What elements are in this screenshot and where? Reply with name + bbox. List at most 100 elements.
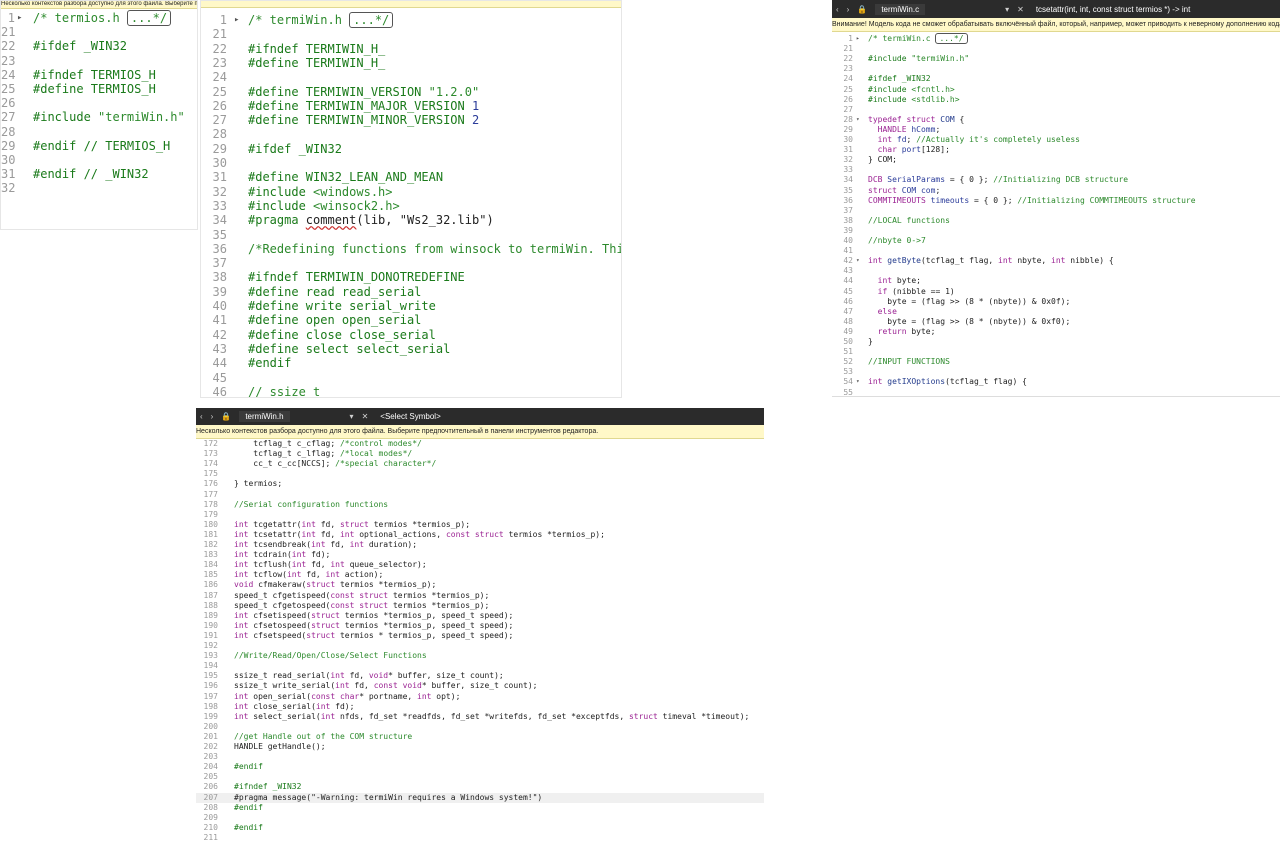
code-line[interactable]: 40 #define write serial_write bbox=[201, 299, 621, 313]
code-line[interactable]: 39 bbox=[832, 226, 1280, 236]
code-line[interactable]: 208 #endif bbox=[196, 803, 764, 813]
code-line[interactable]: 29 HANDLE hComm; bbox=[832, 125, 1280, 135]
code-line[interactable]: 172 tcflag_t c_cflag; /*control modes*/ bbox=[196, 439, 764, 449]
code-line[interactable]: 198 int close_serial(int fd); bbox=[196, 702, 764, 712]
code-line[interactable]: 47 else bbox=[832, 307, 1280, 317]
code-line[interactable]: 27 bbox=[832, 105, 1280, 115]
code-line[interactable]: 183 int tcdrain(int fd); bbox=[196, 550, 764, 560]
code-line[interactable]: 29 #ifdef _WIN32 bbox=[201, 142, 621, 156]
code-line[interactable]: 26 bbox=[1, 96, 197, 110]
back-arrow-icon[interactable]: ‹ bbox=[836, 5, 839, 14]
fold-collapse-icon[interactable]: ▾ bbox=[856, 256, 860, 266]
code-line[interactable]: 187 speed_t cfgetispeed(const struct term… bbox=[196, 591, 764, 601]
code-line[interactable]: 202 HANDLE getHandle(); bbox=[196, 742, 764, 752]
code-line[interactable]: 190 int cfsetospeed(struct termios *termi… bbox=[196, 621, 764, 631]
chevron-down-icon[interactable]: ▾ bbox=[350, 412, 354, 421]
code-line[interactable]: 33 bbox=[832, 165, 1280, 175]
fold-collapse-icon[interactable]: ▾ bbox=[856, 115, 860, 125]
code-line[interactable]: 210 #endif bbox=[196, 823, 764, 833]
code-line[interactable]: 45 if (nibble == 1) bbox=[832, 287, 1280, 297]
code-line[interactable]: 44 int byte; bbox=[832, 276, 1280, 286]
code-line[interactable]: 33 #include <winsock2.h> bbox=[201, 199, 621, 213]
code-line[interactable]: 23 #define TERMIWIN_H_ bbox=[201, 56, 621, 70]
code-line[interactable]: 185 int tcflow(int fd, int action); bbox=[196, 570, 764, 580]
code-line[interactable]: 27 #include "termiWin.h" bbox=[1, 110, 197, 124]
forward-arrow-icon[interactable]: › bbox=[211, 412, 214, 421]
code-line[interactable]: 176} termios; bbox=[196, 479, 764, 489]
code-line[interactable]: 36 COMMTIMEOUTS timeouts = { 0 }; //Initi… bbox=[832, 196, 1280, 206]
code-line[interactable]: 24 #ifndef TERMIOS_H bbox=[1, 68, 197, 82]
code-line[interactable]: 43 #define select select_serial bbox=[201, 342, 621, 356]
code-line[interactable]: 42 #define close close_serial bbox=[201, 328, 621, 342]
code-line[interactable]: 1 ▸ /* termiWin.c ...*/ bbox=[832, 33, 1280, 44]
code-line[interactable]: 55 bbox=[832, 388, 1280, 397]
code-line[interactable]: 30 bbox=[201, 156, 621, 170]
code-line[interactable]: 174 cc_t c_cc[NCCS]; /*special character… bbox=[196, 459, 764, 469]
code-line[interactable]: 38 //LOCAL functions bbox=[832, 216, 1280, 226]
code-line[interactable]: 192 bbox=[196, 641, 764, 651]
symbol-selector[interactable]: <Select Symbol> bbox=[380, 412, 440, 421]
code-line[interactable]: 206 #ifndef _WIN32 bbox=[196, 782, 764, 792]
code-line[interactable]: 25 #define TERMIWIN_VERSION "1.2.0" bbox=[201, 85, 621, 99]
code-line[interactable]: 24 #ifdef _WIN32 bbox=[832, 74, 1280, 84]
code-line[interactable]: 28 bbox=[1, 125, 197, 139]
code-line[interactable]: 40 //nbyte 0->7 bbox=[832, 236, 1280, 246]
symbol-selector[interactable]: tcsetattr(int, int, const struct termios… bbox=[1036, 5, 1191, 14]
code-line[interactable]: 193 //Write/Read/Open/Close/Select Functi… bbox=[196, 651, 764, 661]
code-line[interactable]: 180 int tcgetattr(int fd, struct termios … bbox=[196, 520, 764, 530]
fold-expand-icon[interactable]: ▸ bbox=[234, 13, 239, 27]
code-line[interactable]: 25 #define TERMIOS_H bbox=[1, 82, 197, 96]
code-line[interactable]: 52 //INPUT FUNCTIONS bbox=[832, 357, 1280, 367]
fold-collapse-icon[interactable]: ▾ bbox=[856, 377, 860, 387]
code-line[interactable]: 37 bbox=[832, 206, 1280, 216]
code-line[interactable]: 29 #endif // TERMIOS_H bbox=[1, 139, 197, 153]
code-line[interactable]: 53 bbox=[832, 367, 1280, 377]
code-line[interactable]: 34 #pragma comment(lib, "Ws2_32.lib") bbox=[201, 213, 621, 227]
close-icon[interactable]: ✕ bbox=[362, 412, 369, 421]
chevron-down-icon[interactable]: ▾ bbox=[1005, 5, 1009, 14]
code-line[interactable]: 191 int cfsetspeed(struct termios * termi… bbox=[196, 631, 764, 641]
code-line[interactable]: 28 bbox=[201, 127, 621, 141]
code-line[interactable]: 35 bbox=[201, 228, 621, 242]
file-tab[interactable]: termiWin.c bbox=[875, 3, 926, 15]
code-line[interactable]: 197 int open_serial(const char* portname,… bbox=[196, 692, 764, 702]
code-line[interactable]: 203 bbox=[196, 752, 764, 762]
code-line[interactable]: 23 bbox=[832, 64, 1280, 74]
code-line[interactable]: 42 ▾ int getByte(tcflag_t flag, int nbyte,… bbox=[832, 256, 1280, 266]
code-line[interactable]: 50} bbox=[832, 337, 1280, 347]
code-line[interactable]: 30 bbox=[1, 153, 197, 167]
code-line[interactable]: 209 bbox=[196, 813, 764, 823]
code-line[interactable]: 35 struct COM com; bbox=[832, 186, 1280, 196]
code-line[interactable]: 179 bbox=[196, 510, 764, 520]
code-line[interactable]: 188 speed_t cfgetospeed(const struct term… bbox=[196, 601, 764, 611]
code-line[interactable]: 43 bbox=[832, 266, 1280, 276]
code-line[interactable]: 196 ssize_t write_serial(int fd, const vo… bbox=[196, 681, 764, 691]
code-line[interactable]: 25 #include <fcntl.h> bbox=[832, 85, 1280, 95]
editor-pane-termiwin-h-bottom[interactable]: ‹ › 🔒 termiWin.h ▾ ✕ <Select Symbol> Нес… bbox=[196, 408, 764, 851]
code-line[interactable]: 22 #ifdef _WIN32 bbox=[1, 39, 197, 53]
code-line[interactable]: 39 #define read read_serial bbox=[201, 285, 621, 299]
code-line[interactable]: 22 #include "termiWin.h" bbox=[832, 54, 1280, 64]
code-line[interactable]: 204 #endif bbox=[196, 762, 764, 772]
fold-expand-icon[interactable]: ▸ bbox=[856, 34, 860, 44]
code-line[interactable]: 21 bbox=[1, 25, 197, 39]
code-line[interactable]: 21 bbox=[201, 27, 621, 41]
code-line[interactable]: 49 return byte; bbox=[832, 327, 1280, 337]
code-line[interactable]: 184 int tcflush(int fd, int queue_selecto… bbox=[196, 560, 764, 570]
code-line[interactable]: 41 #define open open_serial bbox=[201, 313, 621, 327]
code-line[interactable]: 31 char port[128]; bbox=[832, 145, 1280, 155]
code-line[interactable]: 201 //get Handle out of the COM structure bbox=[196, 732, 764, 742]
code-line[interactable]: 23 bbox=[1, 54, 197, 68]
code-line[interactable]: 211 bbox=[196, 833, 764, 843]
editor-pane-termiwin-h[interactable]: 1 ▸/* termiWin.h ...*/21 22 #ifndef TERMIWI… bbox=[200, 0, 622, 398]
code-line[interactable]: 207 #pragma message("-Warning: termiWin r… bbox=[196, 792, 764, 803]
editor-pane-termios-h[interactable]: Несколько контекстов разбора доступно дл… bbox=[0, 0, 198, 230]
code-line[interactable]: 194 bbox=[196, 661, 764, 671]
code-line[interactable]: 173 tcflag_t c_lflag; /*local modes*/ bbox=[196, 449, 764, 459]
code-line[interactable]: 36 /*Redefining functions from winsock to… bbox=[201, 242, 621, 256]
code-line[interactable]: 46 // ssize_t bbox=[201, 385, 621, 397]
code-line[interactable]: 186 void cfmakeraw(struct termios *termio… bbox=[196, 580, 764, 590]
code-line[interactable]: 24 bbox=[201, 70, 621, 84]
code-line[interactable]: 177 bbox=[196, 490, 764, 500]
code-line[interactable]: 51 bbox=[832, 347, 1280, 357]
